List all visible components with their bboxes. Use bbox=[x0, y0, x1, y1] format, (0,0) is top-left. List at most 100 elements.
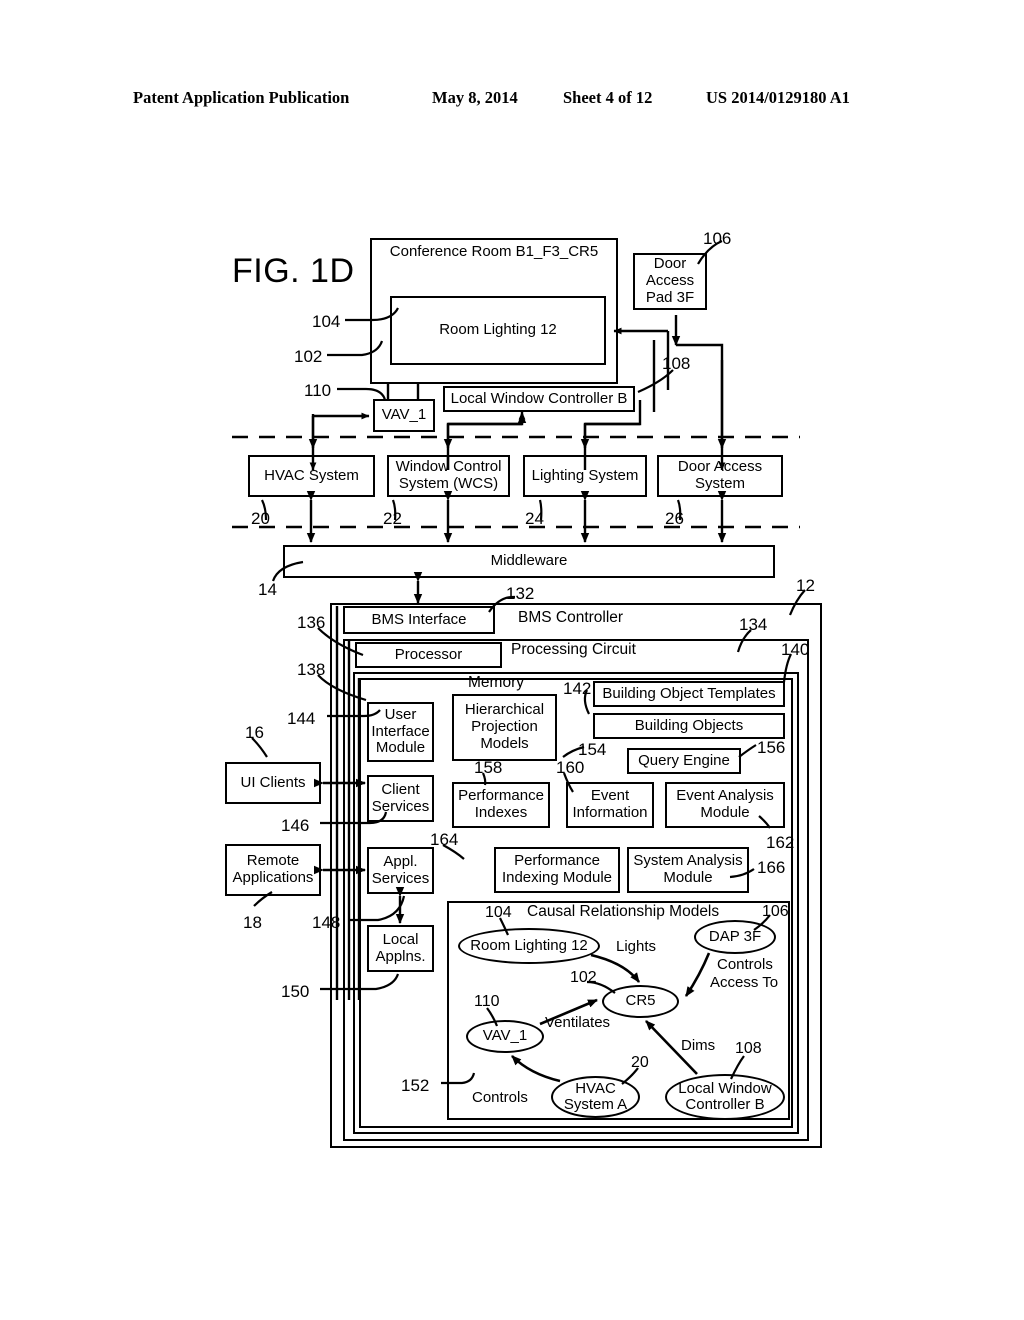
edge-label-controls-1: Controls bbox=[717, 956, 773, 973]
conference-room-label: Conference Room B1_F3_CR5 bbox=[389, 243, 599, 260]
query-engine-label: Query Engine bbox=[638, 751, 730, 769]
node-vav: VAV_1 bbox=[466, 1020, 544, 1053]
publication-label: Patent Application Publication bbox=[133, 88, 350, 107]
node-vav-label: VAV_1 bbox=[482, 1027, 528, 1045]
ref-136: 136 bbox=[297, 613, 326, 632]
causal-models-title: Causal Relationship Models bbox=[527, 903, 720, 920]
building-objects-box: Building Objects bbox=[593, 713, 785, 739]
event-information-line-2: Information bbox=[572, 804, 648, 821]
local-window-controller-box: Local Window Controller B bbox=[443, 386, 635, 412]
door-access-pad-box: Door Access Pad 3F bbox=[633, 253, 707, 310]
ref-162: 162 bbox=[766, 833, 795, 852]
memory-title: Memory bbox=[468, 674, 524, 691]
ref-154: 154 bbox=[578, 740, 607, 759]
vav-label: VAV_1 bbox=[381, 406, 427, 424]
figure-label: FIG. 1D bbox=[232, 252, 355, 290]
remote-applications-line-2: Applications bbox=[232, 869, 314, 886]
node-lwc-line-2: Controller B bbox=[685, 1096, 765, 1113]
performance-indexes-line-2: Indexes bbox=[474, 804, 528, 821]
local-applns-line-2: Applns. bbox=[375, 947, 426, 965]
ref-140: 140 bbox=[781, 640, 810, 659]
event-analysis-module-box: Event Analysis Module bbox=[665, 782, 785, 828]
remote-applications-line-1: Remote bbox=[246, 852, 300, 870]
building-object-templates-box: Building Object Templates bbox=[593, 681, 785, 707]
ref-150: 150 bbox=[281, 982, 310, 1001]
building-object-templates-label: Building Object Templates bbox=[602, 684, 776, 702]
edge-label-dims: Dims bbox=[681, 1037, 716, 1054]
event-information-box: Event Information bbox=[566, 782, 654, 828]
ref-156: 156 bbox=[757, 738, 786, 757]
ref-104-causal: 104 bbox=[485, 904, 512, 921]
ref-12: 12 bbox=[796, 576, 815, 595]
window-control-system-box: Window Control System (WCS) bbox=[387, 455, 510, 497]
bms-interface-label: BMS Interface bbox=[371, 610, 467, 628]
node-dap-label: DAP 3F bbox=[708, 927, 762, 945]
door-access-system-line-2: System bbox=[694, 475, 745, 492]
client-services-line-2: Services bbox=[371, 797, 430, 815]
ref-166: 166 bbox=[757, 858, 786, 877]
pim-line-1: Performance bbox=[514, 852, 600, 870]
sam-line-1: System Analysis bbox=[633, 852, 743, 870]
local-window-controller-label: Local Window Controller B bbox=[450, 389, 628, 407]
ref-14: 14 bbox=[258, 580, 277, 599]
node-lwc-line-1: Local Window bbox=[678, 1079, 772, 1097]
door-access-system-line-1: Door Access bbox=[677, 458, 763, 476]
room-lighting-label: Room Lighting 12 bbox=[439, 321, 557, 339]
query-engine-box: Query Engine bbox=[627, 748, 741, 774]
system-analysis-module-box: System Analysis Module bbox=[627, 847, 749, 893]
appl-services-line-1: Appl. bbox=[383, 852, 418, 870]
ref-158: 158 bbox=[474, 758, 503, 777]
ref-132: 132 bbox=[506, 584, 535, 603]
ref-108: 108 bbox=[662, 354, 691, 373]
local-applns-line-1: Local bbox=[382, 930, 419, 948]
ui-clients-box: UI Clients bbox=[225, 762, 321, 804]
performance-indexing-module-box: Performance Indexing Module bbox=[494, 847, 620, 893]
uim-line-2: Interface bbox=[371, 722, 430, 740]
node-cr5-label: CR5 bbox=[625, 992, 656, 1010]
window-control-system-line-2: System (WCS) bbox=[398, 475, 499, 492]
ref-134: 134 bbox=[739, 615, 768, 634]
node-hvac-line-1: HVAC bbox=[575, 1079, 616, 1097]
node-dap: DAP 3F bbox=[694, 920, 776, 954]
processing-circuit-title: Processing Circuit bbox=[511, 641, 636, 658]
building-objects-label: Building Objects bbox=[634, 716, 744, 734]
edge-label-lights: Lights bbox=[616, 938, 657, 955]
hierarchical-projection-models-box: Hierarchical Projection Models bbox=[452, 694, 557, 761]
ref-110: 110 bbox=[304, 381, 332, 400]
event-analysis-line-2: Module bbox=[700, 804, 750, 821]
ref-142: 142 bbox=[563, 679, 592, 698]
node-room-lighting: Room Lighting 12 bbox=[458, 928, 600, 964]
node-hvac: HVAC System A bbox=[551, 1076, 640, 1118]
bms-interface-box: BMS Interface bbox=[343, 606, 495, 634]
pim-line-2: Indexing Module bbox=[501, 869, 613, 886]
ref-20-causal: 20 bbox=[631, 1054, 649, 1071]
hvac-system-label: HVAC System bbox=[264, 466, 359, 484]
ref-22: 22 bbox=[383, 509, 402, 528]
ref-144: 144 bbox=[287, 709, 316, 728]
event-information-line-1: Event bbox=[590, 787, 630, 805]
local-applns-box: Local Applns. bbox=[367, 925, 434, 972]
ref-146: 146 bbox=[281, 816, 310, 835]
ui-clients-label: UI Clients bbox=[240, 773, 306, 791]
page-header: Patent Application Publication May 8, 20… bbox=[0, 88, 1024, 114]
hpm-line-1: Hierarchical bbox=[464, 701, 545, 719]
ref-110-causal: 110 bbox=[474, 993, 500, 1010]
middleware-box: Middleware bbox=[283, 545, 775, 578]
patent-page: Patent Application Publication May 8, 20… bbox=[0, 0, 1024, 1320]
publication-date: May 8, 2014 bbox=[432, 88, 518, 107]
ref-106-causal: 106 bbox=[762, 903, 789, 920]
ref-102-causal: 102 bbox=[570, 969, 597, 986]
window-control-system-line-1: Window Control bbox=[395, 458, 502, 476]
ref-24: 24 bbox=[525, 509, 544, 528]
ref-108-causal: 108 bbox=[735, 1040, 762, 1057]
door-access-pad-line-2: Access bbox=[645, 272, 695, 290]
uim-line-1: User bbox=[384, 705, 417, 723]
lighting-system-label: Lighting System bbox=[531, 466, 639, 484]
bms-controller-title: BMS Controller bbox=[518, 609, 624, 626]
lighting-system-box: Lighting System bbox=[523, 455, 647, 497]
ref-16: 16 bbox=[245, 723, 264, 742]
performance-indexes-box: Performance Indexes bbox=[452, 782, 550, 828]
processor-label: Processor bbox=[394, 645, 463, 663]
performance-indexes-line-1: Performance bbox=[458, 787, 544, 805]
edge-label-access-to: Access To bbox=[710, 974, 779, 991]
